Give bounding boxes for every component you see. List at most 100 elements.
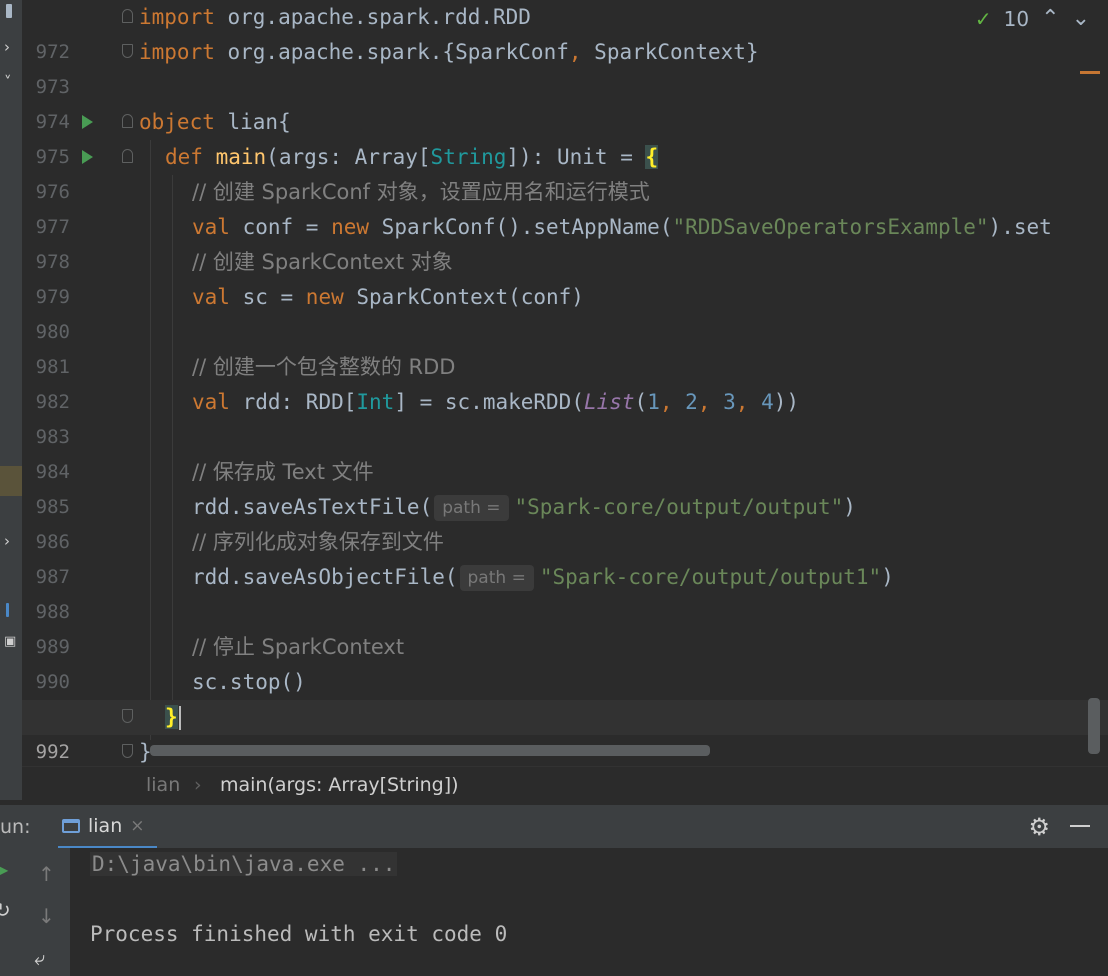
comment: // 创建 SparkConf 对象，设置应用名和运行模式 — [192, 180, 650, 204]
code-fragment: org.apache.spark.{SparkConf — [214, 40, 569, 64]
vertical-scrollbar[interactable] — [1088, 698, 1100, 754]
code-fragment: rdd.saveAsTextFile( — [192, 495, 433, 519]
comment: // 序列化成对象保存到文件 — [192, 530, 444, 554]
code-line[interactable]: 984 — [22, 420, 1108, 483]
gear-icon[interactable]: ⚙ — [1028, 805, 1050, 849]
code-text: } — [165, 700, 181, 735]
punctuation: , — [568, 40, 582, 64]
code-line[interactable]: 982 // 创建一个包含整数的 RDD — [22, 350, 1108, 413]
soft-wrap-icon[interactable]: ⤶ — [34, 946, 45, 970]
fold-icon[interactable] — [122, 9, 133, 23]
number-literal: 2 — [685, 390, 698, 414]
keyword: val — [192, 285, 230, 309]
keyword: new — [331, 215, 370, 239]
fold-icon[interactable] — [122, 709, 133, 723]
code-line[interactable]: 974 — [22, 70, 1108, 133]
run-icon[interactable] — [82, 150, 93, 164]
code-line[interactable]: 976 def main(args: Array[String]): Unit … — [22, 140, 1108, 203]
console-line: D:\java\bin\java.exe ... — [90, 852, 398, 876]
code-text: rdd.saveAsObjectFile(path = "Spark-core/o… — [192, 560, 894, 595]
code-line[interactable]: 975 object lian{ — [22, 105, 1108, 168]
type-name: String — [430, 145, 507, 169]
code-line[interactable]: 986 rdd.saveAsTextFile(path = "Spark-core… — [22, 490, 1108, 553]
expand-arrow-icon[interactable]: › — [4, 38, 10, 56]
number-literal: 4 — [761, 390, 774, 414]
punctuation: , — [697, 390, 724, 414]
code-text: rdd.saveAsTextFile(path = "Spark-core/out… — [192, 490, 856, 525]
code-line[interactable]: 980 val sc = new SparkContext(conf) — [22, 280, 1108, 343]
code-line[interactable]: 990 // 停止 SparkContext — [22, 630, 1108, 693]
restore-layout-icon[interactable]: ↻ — [0, 898, 11, 922]
comment: // 创建一个包含整数的 RDD — [192, 355, 456, 379]
code-fragment: (args: Array[ — [266, 145, 431, 169]
code-line[interactable]: 985 // 保存成 Text 文件 — [22, 455, 1108, 518]
number-literal: 1 — [647, 390, 660, 414]
code-text: val conf = new SparkConf().setAppName("R… — [192, 210, 1052, 245]
keyword: val — [192, 390, 230, 414]
code-line[interactable]: 987 // 序列化成对象保存到文件 — [22, 525, 1108, 588]
code-text: import org.apache.spark.rdd.RDD — [139, 0, 531, 35]
code-line[interactable]: 979 // 创建 SparkContext 对象 — [22, 245, 1108, 308]
scroll-down-icon[interactable]: ↓ — [38, 904, 55, 928]
code-fragment: SparkContext(conf) — [343, 285, 584, 309]
scroll-up-icon[interactable]: ↑ — [38, 862, 55, 886]
fold-icon[interactable] — [122, 44, 133, 58]
breadcrumb-item-object[interactable]: lian — [146, 767, 180, 803]
keyword: def — [165, 145, 203, 169]
minimize-icon[interactable] — [1070, 825, 1090, 827]
console-command[interactable]: D:\java\bin\java.exe ... — [90, 852, 398, 876]
list-constructor: List — [583, 390, 635, 414]
comment: // 创建 SparkContext 对象 — [192, 250, 453, 274]
run-tab-lian[interactable]: lian × — [58, 805, 157, 849]
rerun-icon[interactable]: ▶ — [0, 860, 8, 879]
code-fragment: org.apache.spark.rdd.RDD — [214, 5, 531, 29]
code-line[interactable]: 989 — [22, 595, 1108, 658]
code-line[interactable]: 978 val conf = new SparkConf().setAppNam… — [22, 210, 1108, 273]
code-line[interactable]: 972 import org.apache.spark.rdd.RDD — [22, 0, 1108, 63]
highlight-marker — [0, 466, 22, 496]
code-line[interactable]: 973 import org.apache.spark.{SparkConf, … — [22, 35, 1108, 98]
keyword: new — [305, 285, 344, 309]
code-line[interactable]: 977 // 创建 SparkConf 对象，设置应用名和运行模式 — [22, 175, 1108, 238]
code-fragment: rdd.saveAsObjectFile( — [192, 565, 458, 589]
code-line[interactable]: 981 — [22, 315, 1108, 378]
code-editor[interactable]: ✓ 10 ⌃ ⌄ 972 import org.apache.spark.rdd… — [22, 0, 1108, 766]
console-output[interactable]: D:\java\bin\java.exe ... Process finishe… — [70, 848, 1108, 976]
horizontal-scrollbar[interactable] — [150, 745, 710, 756]
run-panel-header: un: lian × ⚙ — [0, 804, 1108, 849]
structure-icon[interactable]: ▣ — [4, 634, 16, 649]
keyword: object — [139, 110, 215, 134]
keyword: import — [139, 5, 215, 29]
fold-icon[interactable] — [122, 744, 133, 758]
keyword: val — [192, 215, 230, 239]
string-literal: "Spark-core/output/output1" — [539, 565, 882, 589]
code-line[interactable]: 983 val rdd: RDD[Int] = sc.makeRDD(List(… — [22, 385, 1108, 448]
current-code-line[interactable]: 992 } — [22, 700, 1108, 763]
type-name: Int — [356, 390, 395, 414]
code-line[interactable]: 988 rdd.saveAsObjectFile(path = "Spark-co… — [22, 560, 1108, 623]
collapse-arrow-icon[interactable]: ˅ — [4, 73, 12, 91]
code-fragment: ).set — [988, 215, 1052, 239]
code-fragment: ]): Unit = — [506, 145, 646, 169]
run-icon[interactable] — [82, 115, 93, 129]
run-label: un: — [0, 816, 31, 838]
code-fragment: )) — [773, 390, 800, 414]
close-icon[interactable]: × — [130, 804, 144, 848]
pause-icon[interactable] — [6, 603, 9, 617]
code-fragment: lian{ — [214, 110, 291, 134]
expand-arrow-icon[interactable]: › — [4, 532, 10, 550]
code-text: sc.stop() — [192, 670, 306, 694]
punctuation: , — [659, 390, 686, 414]
matched-brace: } — [165, 705, 178, 729]
fold-icon[interactable] — [122, 114, 133, 128]
code-line[interactable]: 991 sc.stop() — [22, 665, 1108, 728]
parameter-hint: path = — [459, 565, 534, 591]
bookmark-icon[interactable] — [6, 4, 12, 18]
string-literal: "Spark-core/output/output" — [514, 495, 844, 519]
code-text: val sc = new SparkContext(conf) — [192, 280, 584, 315]
fold-icon[interactable] — [122, 149, 133, 163]
breadcrumb-item-method[interactable]: main(args: Array[String]) — [220, 767, 459, 803]
run-toolbar: ▶ ↑ ↻ ↓ ⤶ — [0, 848, 70, 976]
code-fragment: ) — [881, 565, 894, 589]
text-caret — [178, 706, 181, 730]
